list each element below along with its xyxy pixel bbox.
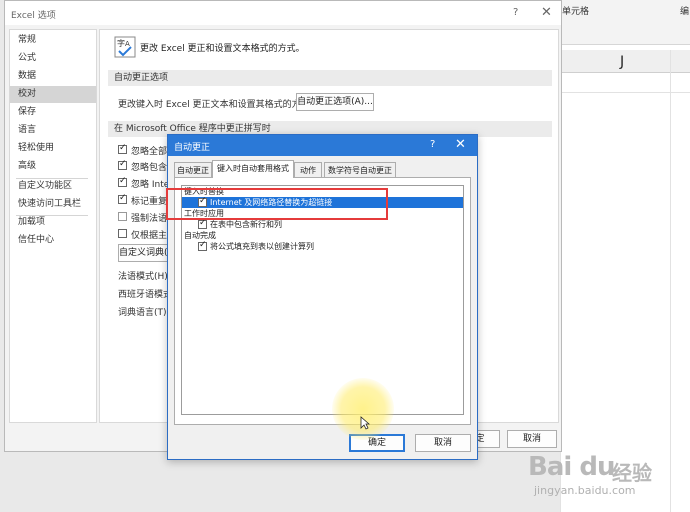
nav-item-proofing[interactable]: 校对 [10,86,96,103]
grid-line [670,50,671,512]
checkbox-flag-repeated[interactable] [118,193,127,204]
ribbon-partial-label[interactable]: 编 [680,4,689,17]
highlight-box [166,188,388,220]
spreadsheet-background: 单元格 编 J [560,0,690,512]
label-fill-formulas: 将公式填充到表以创建计算列 [210,242,314,251]
nav-item-language[interactable]: 语言 [10,122,96,139]
autocorrect-options-button[interactable]: 自动更正选项(A)... [296,93,374,111]
baidu-logo: Bai du [528,452,615,482]
nav-item-advanced[interactable]: 高级 [10,158,96,175]
spreadsheet-topbar: 单元格 编 [560,0,690,19]
svg-text:A: A [125,40,130,48]
nav-item-accessibility[interactable]: 轻松使用 [10,140,96,157]
autocorrect-titlebar: 自动更正 ? ✕ [168,135,477,156]
custom-dictionaries-button[interactable]: 自定义词典(C [118,244,174,262]
tab-autocorrect[interactable]: 自动更正 [174,162,212,177]
label-dictionary-language: 词典语言(T): [118,308,170,318]
watermark: Bai du 经验 jingyan.baidu.com [528,452,688,512]
nav-item-save[interactable]: 保存 [10,104,96,121]
svg-text:字: 字 [117,38,125,48]
checkbox-ignore-internet[interactable] [118,176,127,187]
tab-actions[interactable]: 动作 [294,162,322,177]
checkbox-table-rows-columns[interactable] [198,218,207,229]
nav-item-data[interactable]: 数据 [10,68,96,85]
checkbox-main-dictionary[interactable] [118,229,127,238]
nav-item-add-ins[interactable]: 加载项 [10,214,96,231]
close-icon[interactable]: ✕ [541,5,552,20]
label-table-rows-columns: 在表中包含新行和列 [210,220,282,229]
options-title: Excel 选项 [11,11,56,21]
autocorrect-dialog: 自动更正 ? ✕ 自动更正 键入时自动套用格式 动作 数学符号自动更正 键入时替… [167,134,478,460]
cursor-pointer-icon [360,416,370,430]
ribbon-area [560,18,690,45]
close-icon[interactable]: ✕ [455,137,466,152]
autocorrect-description: 更改键入时 Excel 更正文本和设置其格式的方式: [118,100,313,110]
checkbox-fill-formulas[interactable] [198,240,207,251]
label-french-modes: 法语模式(H): [118,272,171,282]
cell-style-label[interactable]: 单元格 [562,4,589,17]
checkbox-ignore-numbers[interactable] [118,159,127,170]
column-header-j[interactable]: J [620,54,624,70]
watermark-url: jingyan.baidu.com [534,484,636,497]
nav-item-trust-center[interactable]: 信任中心 [10,232,96,249]
group-auto-complete: 自动完成 [184,231,216,240]
nav-item-customize-ribbon[interactable]: 自定义功能区 [10,178,96,195]
nav-item-general[interactable]: 常规 [10,32,96,49]
checkbox-ignore-uppercase[interactable] [118,143,127,154]
autocorrect-cancel-button[interactable]: 取消 [415,434,471,452]
options-cancel-button[interactable]: 取消 [507,430,557,448]
list-item-fill-formulas[interactable]: 将公式填充到表以创建计算列 [182,240,463,252]
help-icon[interactable]: ? [430,139,435,150]
nav-item-formulas[interactable]: 公式 [10,50,96,67]
cursor-highlight [332,378,394,440]
section-autocorrect-options: 自动更正选项 [108,70,552,86]
nav-item-quick-access-toolbar[interactable]: 快速访问工具栏 [10,196,96,213]
help-icon[interactable]: ? [513,7,518,18]
page-headline: 更改 Excel 更正和设置文本格式的方式。 [140,44,305,54]
jingyan-logo: 经验 [612,461,652,485]
autocorrect-title: 自动更正 [174,143,211,153]
abc-check-icon: 字 A [114,36,136,58]
tab-math-autocorrect[interactable]: 数学符号自动更正 [324,162,396,177]
checkbox-french-accent[interactable] [118,212,127,221]
options-nav: 常规 公式 数据 校对 保存 语言 轻松使用 高级 自定义功能区 快速访问工具栏… [9,29,97,423]
grid-line [560,92,690,93]
tab-autoformat-as-you-type[interactable]: 键入时自动套用格式 [212,160,294,178]
options-titlebar: Excel 选项 ? ✕ [5,1,561,25]
list-item-table-rows-columns[interactable]: 在表中包含新行和列 [182,218,463,230]
